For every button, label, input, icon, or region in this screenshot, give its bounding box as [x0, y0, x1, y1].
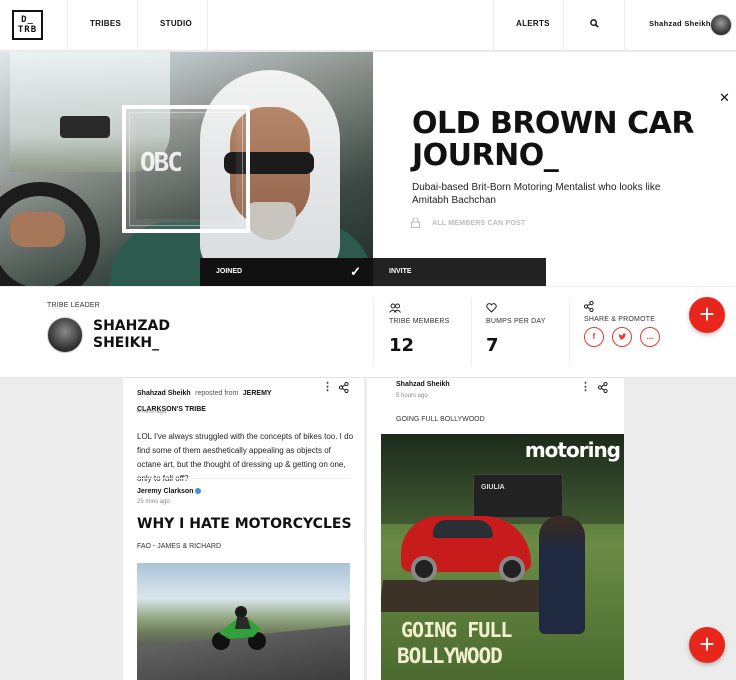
share-icon	[584, 301, 594, 312]
twitter-share-button[interactable]	[612, 327, 632, 347]
search-icon[interactable]	[590, 19, 599, 28]
tribe-hero: OBC ✕ OLD BROWN CAR JOURNO_ Dubai-based …	[0, 52, 736, 286]
podium-shape	[381, 580, 559, 612]
car-window-shape	[433, 520, 493, 538]
nav-divider	[563, 0, 564, 51]
post1-original-title[interactable]: WHY I HATE MOTORCYCLES	[137, 516, 352, 532]
add-post-button[interactable]: +	[689, 627, 725, 663]
magazine-logo: motoring	[524, 438, 621, 462]
post1-original-time: 25 mins ago	[137, 499, 170, 505]
sign-text: GIULIA	[481, 484, 505, 491]
post1-reposted-text: reposted from	[195, 390, 239, 397]
nav-divider	[624, 0, 625, 51]
more-share-button[interactable]: ...	[640, 327, 660, 347]
motorcycle-image[interactable]	[137, 563, 350, 680]
tribe-cover-photo: OBC	[0, 52, 373, 286]
add-post-button[interactable]: +	[689, 297, 725, 333]
stats-divider	[373, 299, 374, 365]
car-wheel	[499, 556, 525, 582]
nav-tribes-link[interactable]: TRIBES	[90, 19, 121, 28]
nav-alerts-link[interactable]: ALERTS	[516, 19, 550, 28]
bumps-per-day-count: 7	[486, 335, 499, 356]
nav-user-name[interactable]: Shahzad Sheikh	[649, 19, 711, 28]
twitter-icon	[618, 333, 626, 340]
kneeling-person-shape	[539, 516, 585, 634]
leader-avatar[interactable]	[47, 317, 83, 353]
post1-time: 4 mins ago	[137, 409, 167, 415]
post1-original-author-name: Jeremy Clarkson	[137, 488, 194, 495]
dtrb-logo[interactable]: D_ TRB	[12, 10, 43, 40]
more-options-icon[interactable]: ⋮	[322, 380, 333, 393]
post2-caption: GOING FULL BOLLYWOOD	[396, 416, 485, 423]
tribe-members-label: TRIBE MEMBERS	[389, 318, 450, 325]
post1-author[interactable]: Shahzad Sheikh	[137, 390, 191, 397]
tribe-title: OLD BROWN CAR JOURNO_	[412, 106, 694, 173]
car-wheel	[411, 556, 437, 582]
post2-author[interactable]: Shahzad Sheikh	[396, 381, 450, 388]
tribe-description: Dubai-based Brit-Born Motoring Mentalist…	[412, 182, 661, 206]
stats-divider	[471, 299, 472, 365]
tribe-leader-label: TRIBE LEADER	[47, 302, 100, 309]
share-icon[interactable]	[598, 382, 608, 393]
leader-name[interactable]: SHAHZAD SHEIKH_	[93, 318, 193, 352]
motorcycle-shape	[212, 606, 266, 650]
post1-original-author[interactable]: Jeremy Clarkson	[137, 488, 202, 495]
post1-divider	[137, 478, 351, 479]
display-sign	[473, 474, 563, 518]
invite-button[interactable]: INVITE	[373, 258, 546, 286]
share-icon[interactable]	[339, 382, 349, 393]
logo-top-text: D_	[21, 15, 34, 25]
post1-original-subtitle: FAO - JAMES & RICHARD	[137, 543, 222, 550]
post-permission-text: ALL MEMBERS CAN POST	[432, 220, 526, 227]
cover-line-2: BOLLYWOOD	[397, 644, 503, 668]
heart-icon	[486, 303, 497, 313]
bumps-per-day-label: BUMPS PER DAY	[486, 318, 546, 325]
check-icon: ✓	[350, 264, 361, 279]
logo-bottom-text: TRB	[17, 25, 38, 35]
more-options-icon[interactable]: ⋮	[580, 380, 591, 393]
lock-icon	[411, 218, 420, 228]
post2-time: 5 hours ago	[396, 393, 428, 399]
obc-overlay-text: OBC	[140, 148, 183, 178]
nav-divider	[67, 0, 68, 51]
verified-icon	[195, 488, 202, 495]
nav-divider	[137, 0, 138, 51]
top-navigation: D_ TRB TRIBES STUDIO ALERTS Shahzad Shei…	[0, 0, 736, 51]
share-promote-label: SHARE & PROMOTE	[584, 316, 656, 323]
joined-label: JOINED	[216, 268, 243, 275]
facebook-share-button[interactable]: f	[584, 327, 604, 347]
cover-line-1: GOING FULL	[401, 618, 512, 642]
user-avatar[interactable]	[710, 14, 732, 36]
members-icon	[389, 303, 401, 313]
joined-button[interactable]: JOINED ✓	[200, 258, 373, 286]
invite-label: INVITE	[389, 268, 412, 275]
tribe-stats-bar: TRIBE LEADER SHAHZAD SHEIKH_ TRIBE MEMBE…	[0, 286, 736, 378]
tools-icon[interactable]: ✕	[719, 90, 730, 106]
nav-divider	[207, 0, 208, 51]
tribe-members-count: 12	[389, 335, 415, 356]
nav-studio-link[interactable]: STUDIO	[160, 19, 192, 28]
hand-shape	[10, 212, 65, 247]
rear-mirror	[60, 116, 110, 138]
stats-divider	[569, 299, 570, 365]
nav-divider	[493, 0, 494, 51]
magazine-cover-image[interactable]: motoring GIULIA GOING FULL BOLLYWOOD	[381, 434, 624, 680]
